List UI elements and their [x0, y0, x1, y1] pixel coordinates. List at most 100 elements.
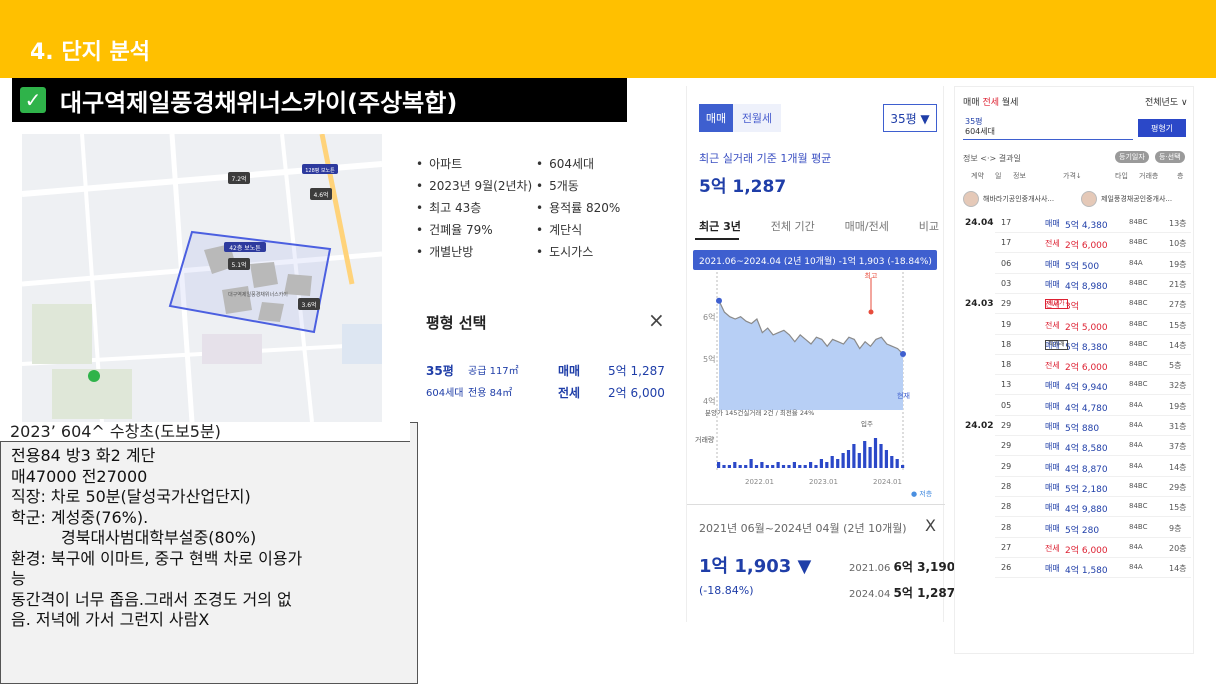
tx-tab-lease[interactable]: 전세: [982, 98, 999, 108]
col-down: 층: [1177, 172, 1184, 180]
tx-floor: 14층: [1169, 564, 1187, 574]
table-row[interactable]: 28 매매 4억 9,880 84BC 15층: [955, 497, 1195, 517]
tx-type: 매매: [1045, 381, 1060, 391]
complex-banner: ✓ 대구역제일풍경채위너스카이(주상복합): [12, 78, 627, 122]
note-first-line: 2023’ 604^ 수창초(도보5분): [0, 422, 410, 442]
agent-2[interactable]: 제일풍경채공인중개사...: [1081, 191, 1172, 207]
annotation-top: 최고: [865, 271, 878, 280]
avatar: [963, 191, 979, 207]
x-tick: 2022.01: [745, 478, 774, 486]
price-point: [716, 297, 722, 304]
tx-unit: 84BC: [1129, 380, 1148, 389]
tx-tab-monthly[interactable]: 월세: [1002, 98, 1019, 108]
tx-floor: 20층: [1169, 543, 1187, 553]
note-line: 직장: 차로 50분(달성국가산업단지): [11, 487, 251, 506]
pyeong-select-title: 평형 선택: [426, 314, 487, 332]
tx-day: 19: [1001, 319, 1012, 329]
note-line: 경북대사범대학부설중(80%): [61, 528, 257, 547]
volume-bar: [744, 465, 748, 468]
agent-name: 제일풍경채공인중개사...: [1101, 195, 1173, 203]
table-row[interactable]: 06 매매 5억 500 84A 19층: [955, 254, 1195, 274]
table-row[interactable]: 29 매매 4억 8,580 84A 37층: [955, 436, 1195, 456]
volume-bar: [895, 459, 899, 468]
volume-bar: [727, 465, 731, 468]
volume-bar: [830, 456, 834, 468]
tx-type: 매매: [1045, 564, 1060, 574]
tx-tab-sale[interactable]: 매매: [963, 98, 980, 108]
table-row[interactable]: 24.02 29 매매 5억 880 84A 31층: [955, 416, 1195, 436]
tab-recent-3y[interactable]: 최근 3년: [699, 218, 741, 234]
table-row[interactable]: 18 매매 5억 8,380 84BC 14층 직거래: [955, 335, 1195, 355]
info-item: 계단식: [536, 221, 636, 238]
col-price[interactable]: 가격↓: [1063, 171, 1082, 181]
tx-unit: 84BC: [1129, 339, 1148, 348]
table-row[interactable]: 24.03 29 전세 3억 84BC 27층 최고가: [955, 294, 1195, 314]
pill-select[interactable]: 등·선택: [1155, 151, 1185, 163]
agent-name: 해바라기공인중개사사...: [983, 195, 1055, 203]
table-row[interactable]: 18 전세 2억 6,000 84BC 5층: [955, 355, 1195, 375]
map-price-3: 7.2억: [231, 175, 246, 183]
volume-bar: [722, 465, 726, 468]
y-tick: 5억: [703, 354, 715, 364]
table-row[interactable]: 19 전세 2억 5,000 84BC 15층: [955, 315, 1195, 335]
tx-price: 2억 6,000: [1065, 363, 1108, 374]
tx-price: 2억 6,000: [1065, 545, 1108, 556]
info-item: 최고 43층: [416, 199, 536, 216]
tx-unit: 84A: [1129, 461, 1143, 470]
map-label-1: 42층 보노튼: [229, 244, 261, 252]
tab-compare[interactable]: 비교: [919, 218, 939, 234]
table-row[interactable]: 24.04 17 매매 5억 4,380 84BC 13층: [955, 213, 1195, 233]
tx-type: 매매: [1045, 523, 1060, 533]
tx-price: 2억 6,000: [1065, 241, 1108, 252]
section-title: 4. 단지 분석: [30, 40, 150, 65]
tx-area-selector[interactable]: 35평 604세대: [965, 117, 995, 137]
tx-type: 매매: [1045, 219, 1060, 228]
note-line: 학군: 계성중(76%).: [11, 507, 149, 527]
table-row[interactable]: 27 전세 2억 6,000 84A 20층: [955, 538, 1195, 558]
tx-type: 전세: [1045, 361, 1060, 371]
tx-area-underline: [963, 139, 1133, 140]
price-point: [900, 351, 906, 358]
tx-price: 4억 9,880: [1065, 505, 1108, 516]
table-row[interactable]: 03 매매 4억 8,980 84BC 21층: [955, 274, 1195, 294]
year-filter-dropdown[interactable]: 전체년도 ∨: [1145, 95, 1188, 108]
info-item: 604세대: [536, 155, 636, 172]
tx-floor: 15층: [1169, 320, 1187, 330]
tab-all-period[interactable]: 전체 기간: [771, 218, 815, 234]
volume-bar: [781, 465, 786, 468]
tab-lease[interactable]: 전월세: [733, 104, 781, 132]
table-row[interactable]: 28 매매 5억 2,180 84BC 29층: [955, 477, 1195, 497]
tab-sale[interactable]: 매매: [699, 104, 733, 132]
tx-day: 29: [1001, 421, 1012, 430]
tx-unit: 84BC: [1129, 218, 1148, 226]
location-map[interactable]: 42층 보노튼 5.1억 3.6억 7.2억 128평 보노튼 4.6억 대구역…: [22, 134, 382, 422]
tab-sale-lease[interactable]: 매매/전세: [845, 218, 889, 234]
summary-date: 2021.06: [849, 563, 891, 574]
tx-price: 4억 8,580: [1065, 444, 1108, 455]
tx-floor: 31층: [1169, 422, 1187, 431]
pill-registry-date[interactable]: 등기일자: [1115, 151, 1149, 163]
compare-button[interactable]: 평형기: [1138, 119, 1186, 137]
table-row[interactable]: 26 매매 4억 1,580 84A 14층: [955, 558, 1195, 578]
map-price-2: 3.6억: [301, 301, 316, 309]
agent-1[interactable]: 해바라기공인중개사사...: [963, 191, 1054, 207]
pyeong-lease-value: 2억 6,000: [608, 386, 665, 400]
pyeong-size[interactable]: 35평: [426, 362, 454, 379]
tx-type: 매매: [1045, 503, 1060, 513]
summary-close-button[interactable]: X: [925, 516, 936, 535]
tx-agents: 해바라기공인중개사사... 제일풍경채공인중개사...: [963, 191, 1191, 211]
table-row[interactable]: 05 매매 4억 4,780 84A 19층: [955, 396, 1195, 416]
table-row[interactable]: 17 전세 2억 6,000 84BC 10층: [955, 233, 1195, 253]
close-icon[interactable]: ×: [648, 308, 665, 332]
area-select-dropdown[interactable]: 35평 ▼: [883, 104, 937, 132]
tx-day: 26: [1001, 563, 1012, 573]
tx-price: 5억 8,380: [1065, 342, 1108, 353]
volume-bar: [873, 438, 878, 468]
table-row[interactable]: 28 매매 5억 280 84BC 9층: [955, 518, 1195, 538]
table-row[interactable]: 29 매매 4억 8,870 84A 14층: [955, 457, 1195, 477]
note-line: 동간격이 너무 좁음.그래서 조경도 거의 없: [11, 589, 292, 609]
tx-floor: 5층: [1169, 361, 1182, 371]
tx-type: 매매: [1045, 442, 1060, 452]
summary-period: 2021년 06월~2024년 04월 (2년 10개월): [699, 522, 907, 535]
table-row[interactable]: 13 매매 4억 9,940 84BC 32층: [955, 375, 1195, 395]
